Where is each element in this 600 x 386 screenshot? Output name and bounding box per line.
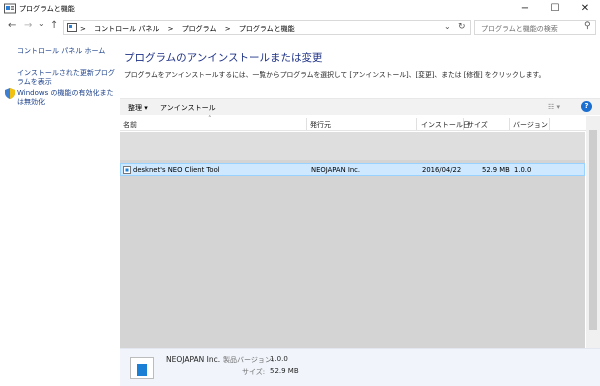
breadcrumb-control-panel[interactable]: コントロール パネル	[94, 25, 159, 33]
column-divider[interactable]	[463, 118, 464, 130]
page-title: プログラムのアンインストールまたは変更	[124, 52, 323, 64]
address-dropdown-icon[interactable]: ⌄	[444, 22, 451, 31]
breadcrumb-sep-icon: >	[167, 25, 174, 33]
control-panel-small-icon	[67, 23, 77, 32]
program-installed-on: 2016/04/22	[422, 166, 462, 174]
close-button[interactable]: ✕	[570, 0, 600, 18]
control-panel-icon	[4, 3, 16, 14]
program-size: 52.9 MB	[482, 166, 510, 174]
title-bar: プログラムと機能 − ☐ ✕	[0, 0, 600, 18]
breadcrumb-programs[interactable]: プログラム	[182, 25, 217, 33]
refresh-icon[interactable]: ↻	[458, 22, 466, 32]
column-divider[interactable]	[549, 118, 550, 130]
column-header-row: ˄ 名前 発行元 インストール日 サイズ バージョン	[120, 115, 592, 131]
program-version: 1.0.0	[514, 166, 532, 174]
details-size: 52.9 MB	[270, 367, 299, 375]
column-version[interactable]: バージョン	[513, 120, 548, 130]
sidebar-link-windows-features[interactable]: Windows の機能の有効化または無効化	[17, 89, 117, 107]
window-title: プログラムと機能	[19, 5, 75, 13]
up-arrow-icon[interactable]: ↑	[50, 20, 58, 31]
program-publisher: NEOJAPAN Inc.	[311, 166, 361, 174]
program-icon	[123, 166, 131, 174]
vertical-scrollbar[interactable]	[586, 116, 600, 348]
search-input[interactable]: プログラムと機能の検索	[474, 20, 596, 35]
column-divider[interactable]	[306, 118, 307, 130]
back-arrow-icon[interactable]: ←	[8, 20, 16, 31]
maximize-button[interactable]: ☐	[540, 0, 570, 18]
sidebar-link-installed-updates[interactable]: インストールされた更新プログラムを表示	[17, 69, 117, 87]
forward-arrow-icon[interactable]: →	[24, 20, 32, 31]
column-size[interactable]: サイズ	[467, 120, 488, 130]
organize-button[interactable]: 整理 ▾	[128, 103, 148, 113]
view-options-icon[interactable]: ☷ ▾	[548, 103, 560, 111]
scrollbar-thumb[interactable]	[589, 130, 597, 330]
address-bar[interactable]: > コントロール パネル > プログラム > プログラムと機能 ⌄ ↻	[63, 20, 471, 35]
page-description: プログラムをアンインストールするには、一覧からプログラムを選択して [アンインス…	[124, 71, 546, 79]
program-large-icon	[130, 357, 154, 379]
breadcrumb: > コントロール パネル > プログラム > プログラムと機能	[80, 24, 301, 34]
column-publisher[interactable]: 発行元	[310, 120, 331, 130]
details-size-label: サイズ:	[242, 368, 266, 376]
redacted-rows	[120, 132, 585, 160]
recent-locations-dropdown-icon[interactable]: ⌄	[38, 19, 45, 28]
sidebar: コントロール パネル ホーム インストールされた更新プログラムを表示 Windo…	[0, 40, 120, 385]
table-row[interactable]: desknet's NEO Client Tool NEOJAPAN Inc. …	[120, 163, 585, 176]
sidebar-link-control-panel-home[interactable]: コントロール パネル ホーム	[17, 47, 117, 56]
breadcrumb-sep-icon: >	[224, 25, 231, 33]
breadcrumb-programs-and-features[interactable]: プログラムと機能	[239, 25, 295, 33]
minimize-button[interactable]: −	[510, 0, 540, 18]
details-version-label: 製品バージョン:	[223, 356, 275, 364]
help-icon[interactable]: ?	[581, 101, 592, 112]
column-divider[interactable]	[416, 118, 417, 130]
sort-ascending-icon: ˄	[208, 115, 212, 123]
uninstall-button[interactable]: アンインストール	[160, 103, 216, 113]
shield-icon	[5, 88, 15, 99]
program-name: desknet's NEO Client Tool	[133, 166, 220, 174]
details-publisher: NEOJAPAN Inc.	[166, 355, 221, 364]
column-divider[interactable]	[509, 118, 510, 130]
column-name[interactable]: 名前	[123, 120, 137, 130]
details-pane: NEOJAPAN Inc. 製品バージョン: 1.0.0 サイズ: 52.9 M…	[120, 348, 600, 386]
breadcrumb-sep-icon: >	[80, 25, 86, 33]
details-version: 1.0.0	[270, 355, 288, 363]
command-bar: 整理 ▾ アンインストール ☷ ▾ ?	[120, 98, 600, 115]
search-icon[interactable]: ⚲	[584, 21, 591, 31]
